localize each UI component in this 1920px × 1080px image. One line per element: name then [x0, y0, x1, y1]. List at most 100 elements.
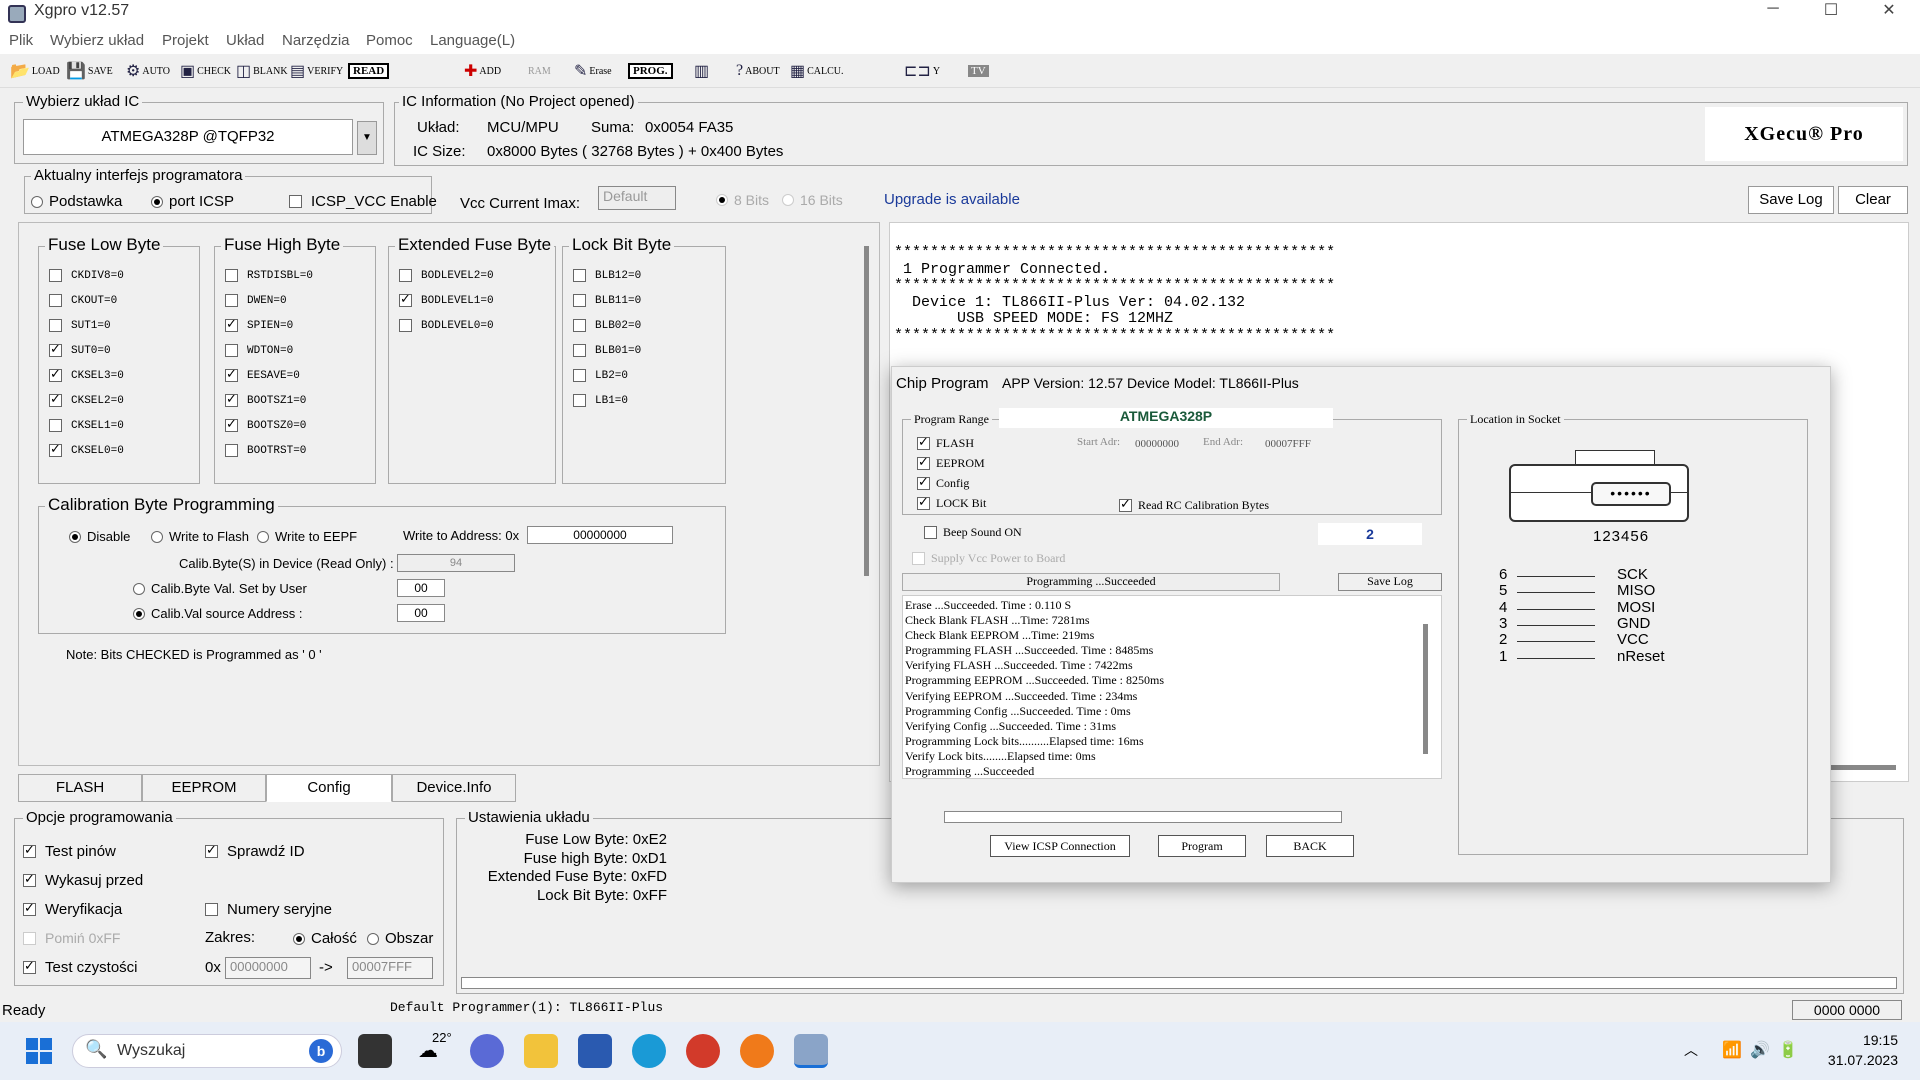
fuse-checkbox[interactable]: LB2=0 — [573, 369, 628, 382]
add-button[interactable]: ✚ ADD — [464, 59, 501, 83]
speaker-icon[interactable]: 🔊 — [1750, 1040, 1770, 1060]
fuse-checkbox[interactable]: BOOTRST=0 — [225, 444, 306, 457]
chip-button[interactable]: ▥ — [694, 59, 709, 83]
8-bits-radio[interactable]: 8 Bits — [716, 192, 769, 208]
checkbox-box[interactable] — [49, 367, 62, 382]
fuse-checkbox[interactable]: BODLEVEL0=0 — [399, 319, 494, 332]
menu-language[interactable]: Language(L) — [430, 32, 515, 49]
supply-vcc-checkbox[interactable]: Supply Vcc Power to Board — [912, 551, 1065, 566]
numery-checkbox[interactable]: Numery seryjne — [205, 901, 332, 918]
beep-checkbox[interactable]: Beep Sound ON — [924, 525, 1022, 540]
fuse-checkbox[interactable]: BLB01=0 — [573, 344, 641, 357]
calib-user-radio[interactable]: Calib.Byte Val. Set by User — [133, 581, 307, 596]
weryfikacja-checkbox[interactable]: Weryfikacja — [23, 901, 122, 918]
auto-button[interactable]: ⚙ AUTO — [126, 59, 170, 83]
upgrade-link[interactable]: Upgrade is available — [884, 191, 1020, 208]
calib-source-radio[interactable]: Calib.Val source Address : — [133, 606, 303, 621]
fuse-checkbox[interactable]: CKSEL3=0 — [49, 367, 124, 382]
checkbox-box[interactable] — [573, 294, 586, 307]
clock-time[interactable]: 19:15 — [1842, 1032, 1898, 1048]
taskbar-search[interactable]: 🔍 Wyszukaj b — [72, 1034, 342, 1068]
tv-button[interactable]: TV — [968, 59, 989, 83]
podstawka-radio[interactable]: Podstawka — [31, 193, 122, 210]
fuse-checkbox[interactable]: CKSEL2=0 — [49, 392, 124, 407]
firefox-icon[interactable] — [740, 1034, 774, 1068]
checkbox-box[interactable] — [225, 317, 238, 332]
tab-config[interactable]: Config — [266, 774, 392, 802]
fuse-checkbox[interactable]: RSTDISBL=0 — [225, 269, 313, 282]
fuse-checkbox[interactable]: CKOUT=0 — [49, 294, 117, 307]
clock-date[interactable]: 31.07.2023 — [1822, 1052, 1898, 1068]
weather-widget[interactable]: ☁ 22° — [416, 1030, 456, 1070]
checkbox-box[interactable] — [49, 392, 62, 407]
test-pinow-checkbox[interactable]: Test pinów — [23, 843, 116, 860]
dlg-lockbit-checkbox[interactable]: LOCK Bit — [917, 495, 986, 511]
ic-select-field[interactable]: ATMEGA328P @TQFP32 — [23, 119, 353, 155]
port-icsp-radio[interactable]: port ICSP — [151, 193, 234, 210]
verify-button[interactable]: ▤ VERIFY — [290, 59, 343, 83]
program-button[interactable]: Program — [1158, 835, 1246, 857]
calib-write-eep-radio[interactable]: Write to EEPF — [257, 529, 357, 544]
checkbox-box[interactable] — [225, 444, 238, 457]
fuse-checkbox[interactable]: BOOTSZ1=0 — [225, 392, 306, 407]
menu-wybierz-uklad[interactable]: Wybierz układ — [50, 32, 144, 49]
dialog-log-scrollbar[interactable] — [1423, 624, 1428, 754]
checkbox-box[interactable] — [225, 344, 238, 357]
fuse-checkbox[interactable]: BLB11=0 — [573, 294, 641, 307]
file-explorer-icon[interactable] — [524, 1034, 558, 1068]
edge-icon[interactable] — [632, 1034, 666, 1068]
checkbox-box[interactable] — [49, 419, 62, 432]
checkbox-box[interactable] — [49, 294, 62, 307]
xgpro-task-icon[interactable] — [794, 1034, 828, 1068]
calib-user-input[interactable]: 00 — [397, 579, 445, 597]
checkbox-box[interactable] — [49, 319, 62, 332]
windows-start-icon[interactable] — [26, 1038, 52, 1064]
sprawdz-id-checkbox[interactable]: Sprawdź ID — [205, 843, 305, 860]
dialog-save-log-button[interactable]: Save Log — [1338, 573, 1442, 591]
load-button[interactable]: 📂 LOAD — [10, 59, 60, 83]
obszar-radio[interactable]: Obszar — [367, 930, 433, 947]
fuse-checkbox[interactable]: CKDIV8=0 — [49, 269, 124, 282]
calib-source-input[interactable]: 00 — [397, 604, 445, 622]
close-button[interactable]: ✕ — [1866, 0, 1912, 22]
read-rc-checkbox[interactable]: Read RC Calibration Bytes — [1119, 497, 1269, 513]
about-button[interactable]: ? ABOUT — [736, 59, 780, 83]
fuse-checkbox[interactable]: SUT1=0 — [49, 319, 111, 332]
logic-button[interactable]: ⊏⊐ Y — [904, 59, 940, 83]
erase-button[interactable]: ✎ Erase — [574, 59, 612, 83]
dlg-flash-checkbox[interactable]: FLASH — [917, 435, 974, 451]
16-bits-radio[interactable]: 16 Bits — [782, 192, 843, 208]
checkbox-box[interactable] — [399, 319, 412, 332]
checkbox-box[interactable] — [573, 319, 586, 332]
checkbox-box[interactable] — [573, 394, 586, 407]
wifi-icon[interactable]: 📶 — [1722, 1040, 1742, 1060]
fuse-checkbox[interactable]: LB1=0 — [573, 394, 628, 407]
pomin-checkbox[interactable]: Pomiń 0xFF — [23, 930, 120, 946]
checkbox-box[interactable] — [399, 292, 412, 307]
menu-projekt[interactable]: Projekt — [162, 32, 209, 49]
calib-write-flash-radio[interactable]: Write to Flash — [151, 529, 249, 544]
fuse-checkbox[interactable]: WDTON=0 — [225, 344, 293, 357]
fuse-checkbox[interactable]: DWEN=0 — [225, 294, 287, 307]
checkbox-box[interactable] — [225, 392, 238, 407]
chrome-icon[interactable] — [686, 1034, 720, 1068]
battery-icon[interactable]: 🔋 — [1778, 1040, 1798, 1060]
dlg-config-checkbox[interactable]: Config — [917, 475, 969, 491]
fuse-checkbox[interactable]: BOOTSZ0=0 — [225, 417, 306, 432]
checkbox-box[interactable] — [49, 269, 62, 282]
fuse-checkbox[interactable]: BLB02=0 — [573, 319, 641, 332]
log-hscrollbar[interactable] — [1830, 765, 1896, 770]
tab-device-info[interactable]: Device.Info — [392, 774, 516, 802]
config-scrollbar[interactable] — [864, 246, 869, 576]
maximize-button[interactable]: ☐ — [1808, 0, 1854, 22]
calib-disable-radio[interactable]: Disable — [69, 529, 130, 544]
fuse-checkbox[interactable]: SPIEN=0 — [225, 317, 293, 332]
calcu-button[interactable]: ▦ CALCU. — [790, 59, 844, 83]
minimize-button[interactable]: ─ — [1750, 0, 1796, 22]
fuse-checkbox[interactable]: BODLEVEL2=0 — [399, 269, 494, 282]
fuse-checkbox[interactable]: BODLEVEL1=0 — [399, 292, 494, 307]
save-log-button[interactable]: Save Log — [1748, 186, 1834, 214]
fuse-checkbox[interactable]: EESAVE=0 — [225, 367, 300, 382]
range-to-input[interactable]: 00007FFF — [347, 957, 433, 979]
task-view-icon[interactable] — [358, 1034, 392, 1068]
